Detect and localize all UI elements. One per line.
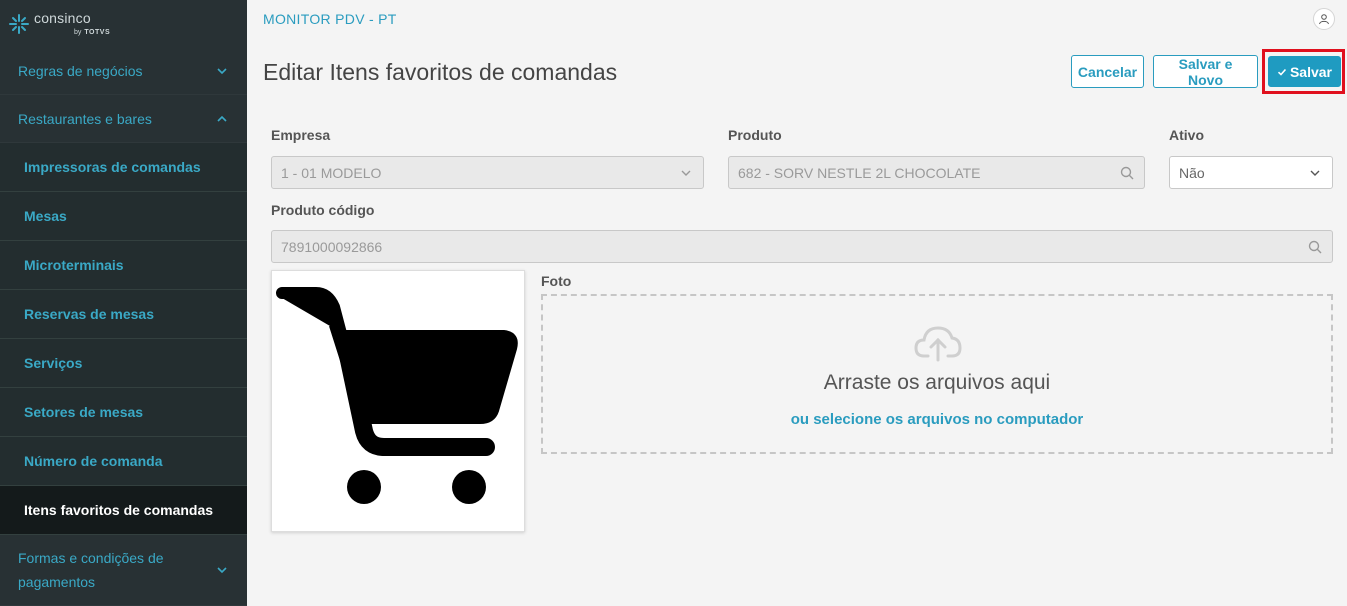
ativo-value: Não [1179, 164, 1205, 181]
consinco-logo-icon [9, 13, 29, 34]
menu-group-restaurantes[interactable]: Restaurantes e bares [0, 95, 247, 143]
produto-codigo-label: Produto código [271, 202, 375, 218]
check-icon [1277, 68, 1287, 76]
menu-group-label: Regras de negócios [18, 62, 143, 79]
sidebar-item-mesas[interactable]: Mesas [0, 192, 247, 241]
chevron-up-icon [217, 115, 227, 122]
brand-by: by TOTVS [74, 29, 110, 36]
produto-codigo-value: 7891000092866 [281, 238, 383, 255]
empresa-value: 1 - 01 MODELO [281, 164, 382, 181]
save-and-new-button[interactable]: Salvar e Novo [1153, 55, 1258, 88]
chevron-down-icon [681, 170, 691, 176]
cancel-button[interactable]: Cancelar [1071, 55, 1144, 88]
produto-label: Produto [728, 127, 782, 143]
menu-group-label: Restaurantes e bares [18, 110, 152, 127]
brand-name: consinco [34, 10, 91, 26]
menu-group-label: Formas e condições de pagamentos [18, 546, 164, 594]
brand-by-text: by [74, 29, 82, 36]
cloud-upload-icon [914, 326, 962, 362]
chevron-down-icon [217, 567, 227, 574]
save-button[interactable]: Salvar [1268, 56, 1341, 87]
menu-group-label-line2: pagamentos [18, 574, 96, 590]
dropzone-text: Arraste os arquivos aqui [823, 371, 1051, 394]
search-icon[interactable] [1307, 239, 1323, 255]
sidebar: consinco by TOTVS Regras de negócios Res… [0, 0, 247, 606]
sidebar-item-microterminais[interactable]: Microterminais [0, 241, 247, 290]
shopping-cart-icon [276, 287, 518, 504]
sidebar-item-impressoras[interactable]: Impressoras de comandas [0, 143, 247, 192]
save-button-label: Salvar [1289, 63, 1332, 80]
ativo-select[interactable]: Não [1169, 156, 1333, 189]
logo: consinco by TOTVS [0, 0, 247, 47]
menu-group-regras[interactable]: Regras de negócios [0, 47, 247, 95]
produto-value: 682 - SORV NESTLE 2L CHOCOLATE [738, 164, 981, 181]
file-dropzone[interactable]: Arraste os arquivos aqui ou selecione os… [541, 294, 1333, 454]
chevron-down-icon [1310, 170, 1320, 176]
search-icon[interactable] [1119, 165, 1135, 181]
menu-group-label-line1: Formas e condições de [18, 550, 164, 566]
empresa-select[interactable]: 1 - 01 MODELO [271, 156, 704, 189]
sidebar-item-setores[interactable]: Setores de mesas [0, 388, 247, 437]
product-image [271, 270, 525, 532]
ativo-label: Ativo [1169, 127, 1204, 143]
user-menu-button[interactable] [1313, 8, 1335, 30]
brand-partner: TOTVS [84, 29, 111, 36]
user-icon [1319, 14, 1329, 25]
foto-label: Foto [541, 273, 572, 289]
sidebar-item-servicos[interactable]: Serviços [0, 339, 247, 388]
sidebar-item-numero-comanda[interactable]: Número de comanda [0, 437, 247, 486]
main-content: MONITOR PDV - PT Editar Itens favoritos … [247, 0, 1347, 606]
empresa-label: Empresa [271, 127, 331, 143]
page-title: Editar Itens favoritos de comandas [263, 59, 618, 85]
chevron-down-icon [217, 67, 227, 74]
sidebar-item-reservas[interactable]: Reservas de mesas [0, 290, 247, 339]
select-files-link[interactable]: ou selecione os arquivos no computador [543, 411, 1331, 428]
produto-codigo-input[interactable]: 7891000092866 [271, 230, 1333, 263]
produto-input[interactable]: 682 - SORV NESTLE 2L CHOCOLATE [728, 156, 1145, 189]
sidebar-item-itens-favoritos[interactable]: Itens favoritos de comandas [0, 486, 247, 535]
menu-group-formas-pagamento[interactable]: Formas e condições de pagamentos [0, 535, 247, 606]
app-title: MONITOR PDV - PT [263, 11, 397, 27]
